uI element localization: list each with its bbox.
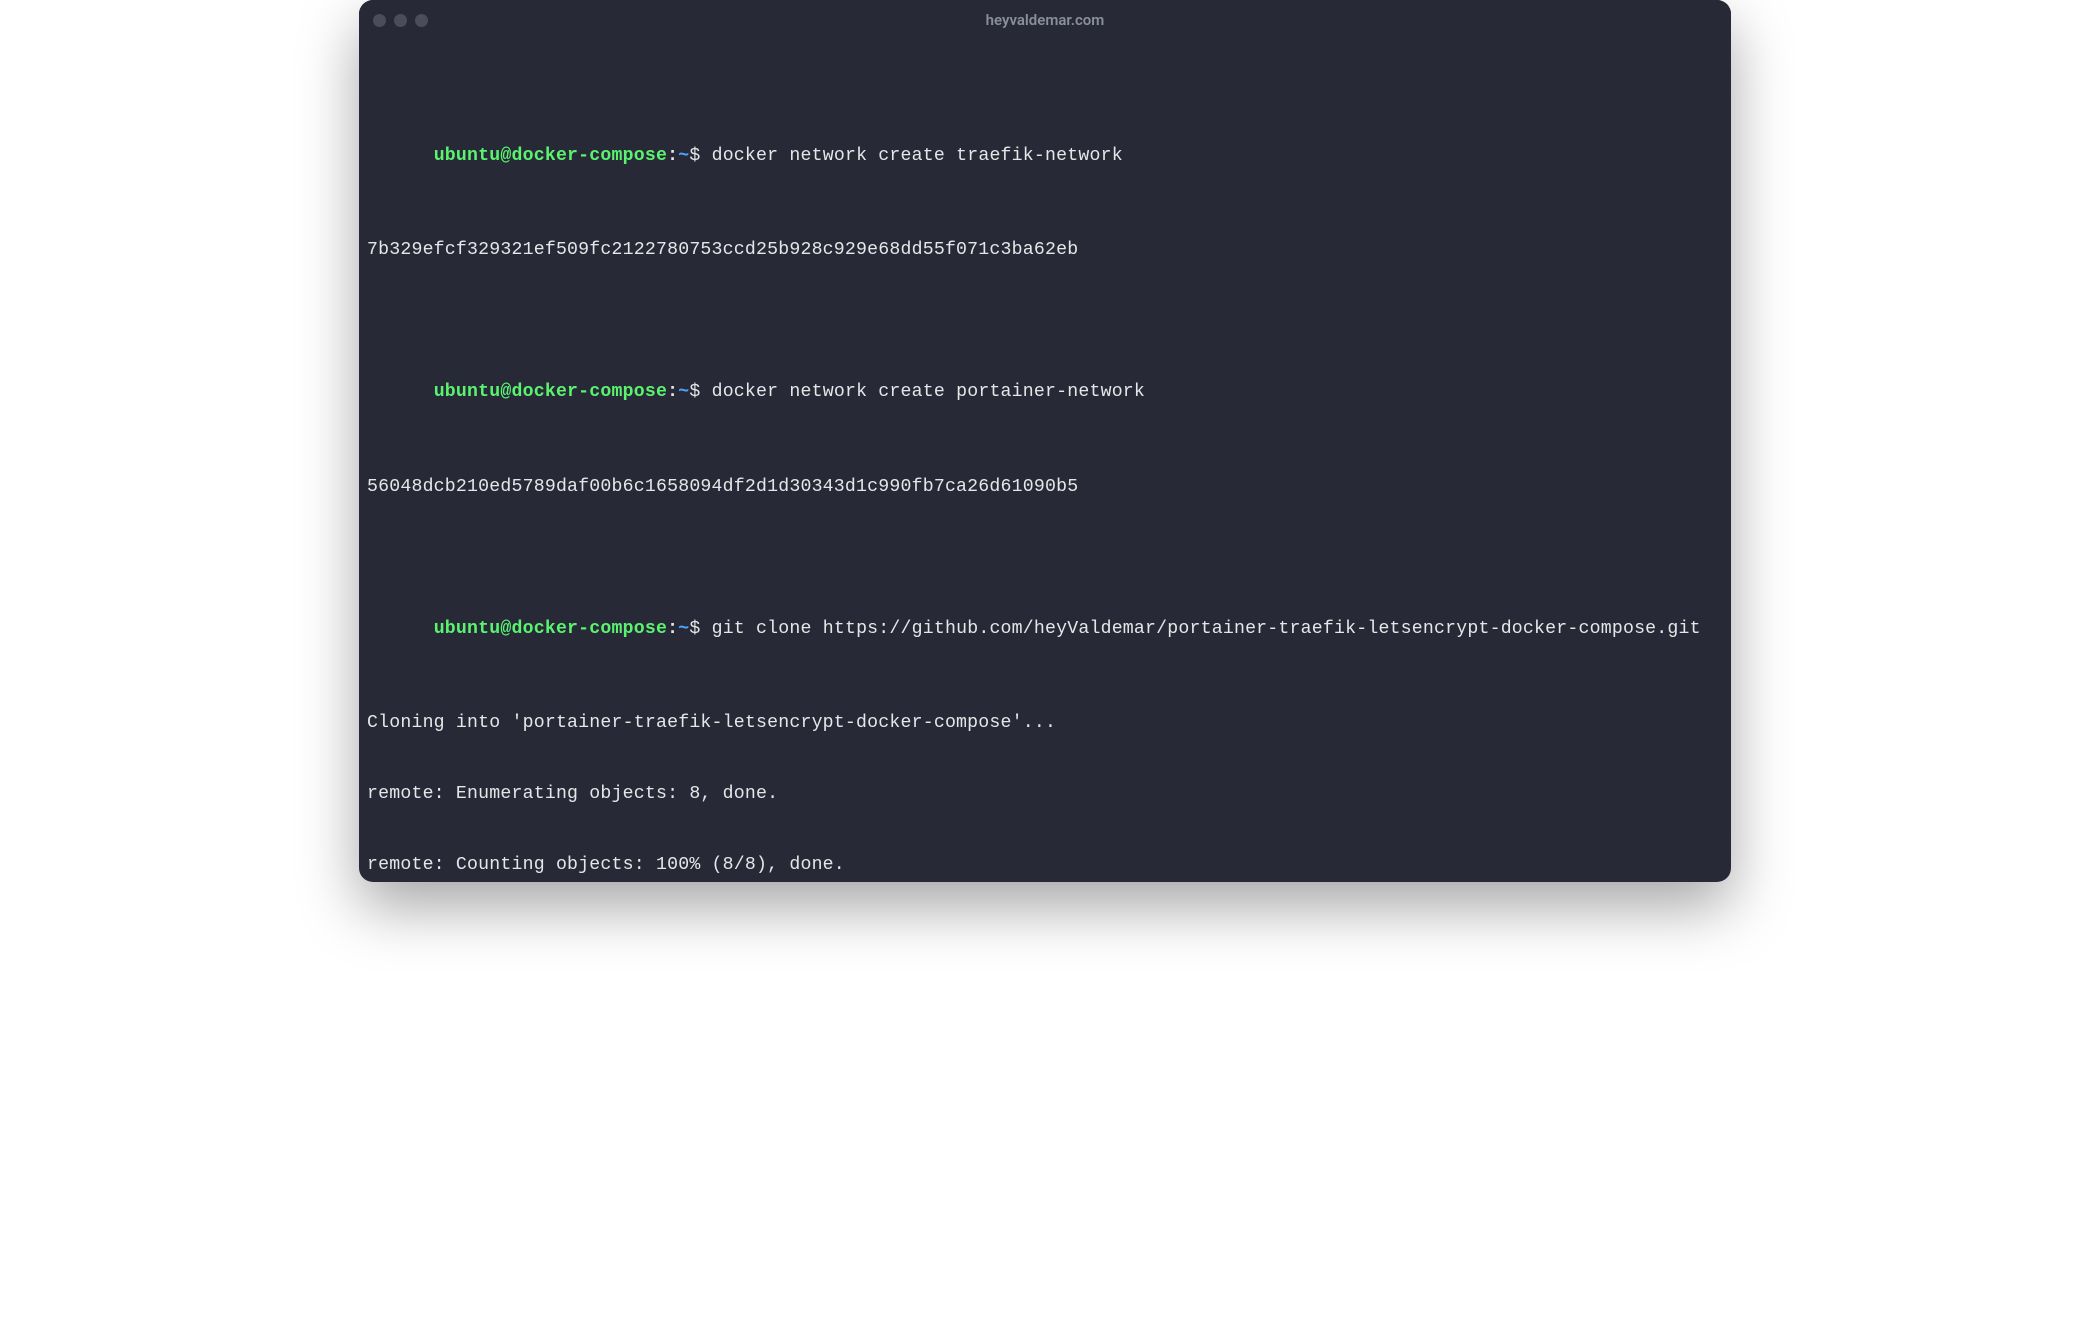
- prompt-dollar: $: [689, 146, 700, 166]
- prompt-path: ~: [678, 619, 689, 639]
- prompt-sep: :: [667, 382, 678, 402]
- terminal-body[interactable]: ubuntu@docker-compose:~$ docker network …: [359, 40, 1731, 882]
- titlebar: heyvaldemar.com: [359, 0, 1731, 40]
- output-line: remote: Counting objects: 100% (8/8), do…: [367, 854, 1723, 878]
- output-line: 56048dcb210ed5789daf00b6c1658094df2d1d30…: [367, 476, 1723, 500]
- maximize-icon[interactable]: [415, 14, 428, 27]
- output-line: remote: Enumerating objects: 8, done.: [367, 783, 1723, 807]
- prompt-dollar: $: [689, 382, 700, 402]
- prompt-user: ubuntu@docker-compose: [434, 146, 667, 166]
- prompt-user: ubuntu@docker-compose: [434, 619, 667, 639]
- terminal-window: heyvaldemar.com ubuntu@docker-compose:~$…: [359, 0, 1731, 882]
- command-text: git clone https://github.com/heyValdemar…: [700, 619, 1700, 639]
- close-icon[interactable]: [373, 14, 386, 27]
- prompt-sep: :: [667, 146, 678, 166]
- command-text: docker network create traefik-network: [700, 146, 1122, 166]
- prompt-dollar: $: [689, 619, 700, 639]
- prompt-path: ~: [678, 146, 689, 166]
- prompt-user: ubuntu@docker-compose: [434, 382, 667, 402]
- minimize-icon[interactable]: [394, 14, 407, 27]
- output-line: Cloning into 'portainer-traefik-letsencr…: [367, 712, 1723, 736]
- prompt-sep: :: [667, 619, 678, 639]
- traffic-lights: [373, 14, 428, 27]
- command-text: docker network create portainer-network: [700, 382, 1145, 402]
- output-line: 7b329efcf329321ef509fc2122780753ccd25b92…: [367, 239, 1723, 263]
- prompt-path: ~: [678, 382, 689, 402]
- window-title: heyvaldemar.com: [359, 11, 1731, 29]
